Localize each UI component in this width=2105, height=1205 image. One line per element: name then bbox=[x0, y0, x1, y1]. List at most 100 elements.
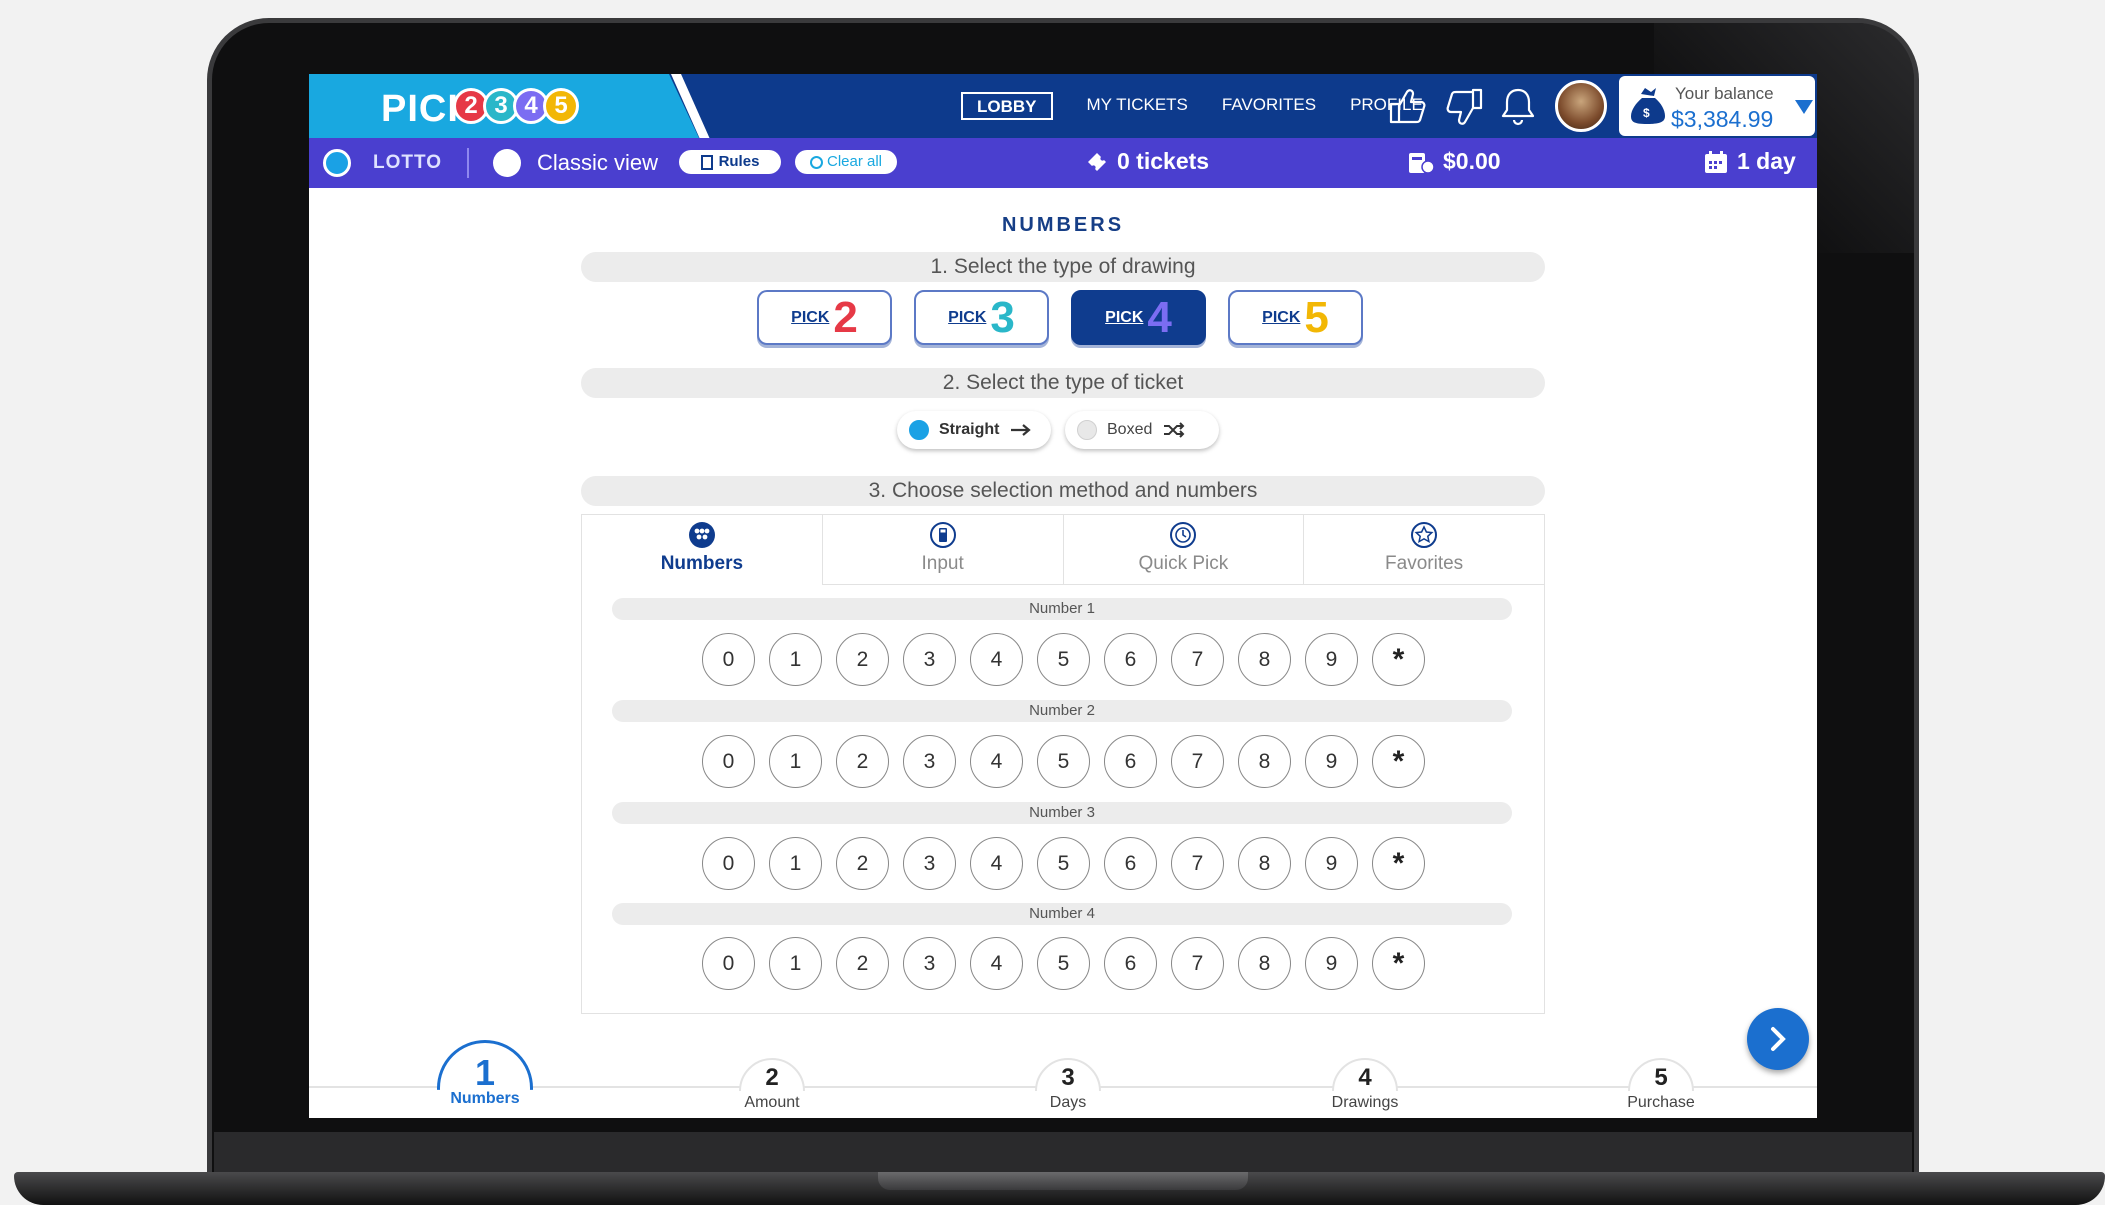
tab-numbers[interactable]: Numbers bbox=[582, 515, 823, 585]
number-ball[interactable]: 5 bbox=[1037, 633, 1090, 686]
number-ball[interactable]: 1 bbox=[769, 937, 822, 990]
number-ball[interactable]: 7 bbox=[1171, 633, 1224, 686]
step-label: Amount bbox=[744, 1094, 800, 1111]
wildcard-ball[interactable]: * bbox=[1372, 633, 1425, 686]
wildcard-ball[interactable]: * bbox=[1372, 937, 1425, 990]
number-ball[interactable]: 9 bbox=[1305, 633, 1358, 686]
chevron-down-icon[interactable] bbox=[1795, 100, 1813, 114]
days-value: 1 day bbox=[1737, 148, 1796, 174]
step-drawings[interactable]: 4 Drawings bbox=[1300, 1058, 1430, 1112]
number-ball[interactable]: 2 bbox=[836, 937, 889, 990]
number-ball[interactable]: 4 bbox=[970, 837, 1023, 890]
lotto-view-label: LOTTO bbox=[373, 152, 443, 173]
step-purchase[interactable]: 5 Purchase bbox=[1596, 1058, 1726, 1112]
document-icon bbox=[700, 154, 713, 170]
chevron-right-icon bbox=[1771, 1027, 1786, 1051]
number-ball[interactable]: 6 bbox=[1104, 735, 1157, 788]
number-group-label: Number 1 bbox=[612, 598, 1512, 620]
number-ball[interactable]: 0 bbox=[702, 735, 755, 788]
number-ball[interactable]: 8 bbox=[1238, 837, 1291, 890]
logo-digits: 2 3 4 5 bbox=[453, 88, 579, 124]
number-ball[interactable]: 3 bbox=[903, 837, 956, 890]
lotto-view-radio[interactable] bbox=[323, 149, 351, 177]
clear-icon bbox=[809, 155, 823, 169]
classic-view-radio[interactable] bbox=[493, 149, 521, 177]
number-ball[interactable]: 5 bbox=[1037, 735, 1090, 788]
step-numbers[interactable]: 1 Numbers bbox=[420, 1040, 550, 1108]
number-ball[interactable]: 7 bbox=[1171, 837, 1224, 890]
number-ball[interactable]: 2 bbox=[836, 837, 889, 890]
number-ball[interactable]: 5 bbox=[1037, 837, 1090, 890]
number-ball[interactable]: 1 bbox=[769, 735, 822, 788]
thumbs-down-icon[interactable] bbox=[1441, 84, 1487, 128]
classic-view-label: Classic view bbox=[537, 150, 659, 175]
step-amount[interactable]: 2 Amount bbox=[707, 1058, 837, 1112]
number-ball[interactable]: 8 bbox=[1238, 937, 1291, 990]
boxed-option[interactable]: Boxed bbox=[1065, 411, 1219, 449]
number-ball[interactable]: 6 bbox=[1104, 837, 1157, 890]
app-screen: PICK 2 3 4 5 LOBBY MY TICKETS FAVORITES … bbox=[309, 74, 1817, 1118]
pick3-button[interactable]: PICK 3 bbox=[914, 290, 1049, 345]
star-icon bbox=[1411, 522, 1438, 548]
number-ball[interactable]: 2 bbox=[836, 735, 889, 788]
avatar[interactable] bbox=[1555, 80, 1607, 132]
balance-widget[interactable]: $ Your balance $3,384.99 bbox=[1619, 76, 1815, 136]
number-ball[interactable]: 4 bbox=[970, 633, 1023, 686]
number-ball[interactable]: 3 bbox=[903, 735, 956, 788]
number-ball[interactable]: 8 bbox=[1238, 735, 1291, 788]
number-selection-panel: Numbers Input Quick Pick Favorites Numbe… bbox=[581, 514, 1545, 1014]
nav-my-tickets[interactable]: MY TICKETS bbox=[1087, 92, 1188, 120]
svg-text:$: $ bbox=[1643, 106, 1650, 120]
number-ball[interactable]: 6 bbox=[1104, 937, 1157, 990]
calculator-icon bbox=[929, 522, 956, 548]
number-ball[interactable]: 4 bbox=[970, 937, 1023, 990]
number-ball-row: 0 1 2 3 4 5 6 7 8 9 * bbox=[702, 937, 1425, 990]
number-ball[interactable]: 0 bbox=[702, 937, 755, 990]
number-ball[interactable]: 0 bbox=[702, 837, 755, 890]
number-ball[interactable]: 6 bbox=[1104, 633, 1157, 686]
pick5-button[interactable]: PICK 5 bbox=[1228, 290, 1363, 345]
number-ball[interactable]: 3 bbox=[903, 937, 956, 990]
step2-heading: 2. Select the type of ticket bbox=[581, 368, 1545, 398]
pick4-button[interactable]: PICK 4 bbox=[1071, 290, 1206, 345]
number-ball[interactable]: 9 bbox=[1305, 937, 1358, 990]
number-ball[interactable]: 1 bbox=[769, 837, 822, 890]
bell-icon[interactable] bbox=[1495, 84, 1541, 128]
balance-label: Your balance bbox=[1675, 84, 1774, 103]
number-ball[interactable]: 7 bbox=[1171, 735, 1224, 788]
number-ball[interactable]: 4 bbox=[970, 735, 1023, 788]
laptop-hinge bbox=[214, 1132, 1912, 1172]
tab-favorites[interactable]: Favorites bbox=[1304, 515, 1544, 585]
next-button[interactable] bbox=[1747, 1008, 1809, 1070]
step1-heading: 1. Select the type of drawing bbox=[581, 252, 1545, 282]
number-ball-row: 0 1 2 3 4 5 6 7 8 9 * bbox=[702, 633, 1425, 686]
wildcard-ball[interactable]: * bbox=[1372, 735, 1425, 788]
rules-button[interactable]: Rules bbox=[679, 150, 781, 174]
nav-lobby[interactable]: LOBBY bbox=[961, 92, 1053, 120]
laptop-notch bbox=[878, 1172, 1248, 1190]
top-navigation-bar: PICK 2 3 4 5 LOBBY MY TICKETS FAVORITES … bbox=[309, 74, 1817, 146]
tab-quick-pick[interactable]: Quick Pick bbox=[1063, 515, 1305, 585]
number-ball[interactable]: 9 bbox=[1305, 837, 1358, 890]
nav-favorites[interactable]: FAVORITES bbox=[1222, 92, 1316, 120]
logo-ball: 5 bbox=[543, 88, 579, 124]
straight-option[interactable]: Straight bbox=[897, 411, 1051, 449]
number-ball[interactable]: 0 bbox=[702, 633, 755, 686]
ticket-type-label: Straight bbox=[939, 421, 1000, 438]
number-ball[interactable]: 5 bbox=[1037, 937, 1090, 990]
number-ball[interactable]: 9 bbox=[1305, 735, 1358, 788]
sub-toolbar: LOTTO Classic view Rules Clear all 0 tic… bbox=[309, 138, 1817, 188]
number-ball[interactable]: 7 bbox=[1171, 937, 1224, 990]
pick2-button[interactable]: PICK 2 bbox=[757, 290, 892, 345]
number-ball[interactable]: 8 bbox=[1238, 633, 1291, 686]
wildcard-ball[interactable]: * bbox=[1372, 837, 1425, 890]
tab-input[interactable]: Input bbox=[822, 515, 1064, 585]
days-summary: 1 day bbox=[1703, 148, 1796, 175]
clear-all-button[interactable]: Clear all bbox=[795, 150, 897, 174]
thumbs-up-icon[interactable] bbox=[1385, 84, 1431, 128]
number-ball[interactable]: 2 bbox=[836, 633, 889, 686]
number-ball[interactable]: 1 bbox=[769, 633, 822, 686]
step-days[interactable]: 3 Days bbox=[1003, 1058, 1133, 1112]
number-ball[interactable]: 3 bbox=[903, 633, 956, 686]
ticket-type-label: Boxed bbox=[1107, 421, 1153, 438]
